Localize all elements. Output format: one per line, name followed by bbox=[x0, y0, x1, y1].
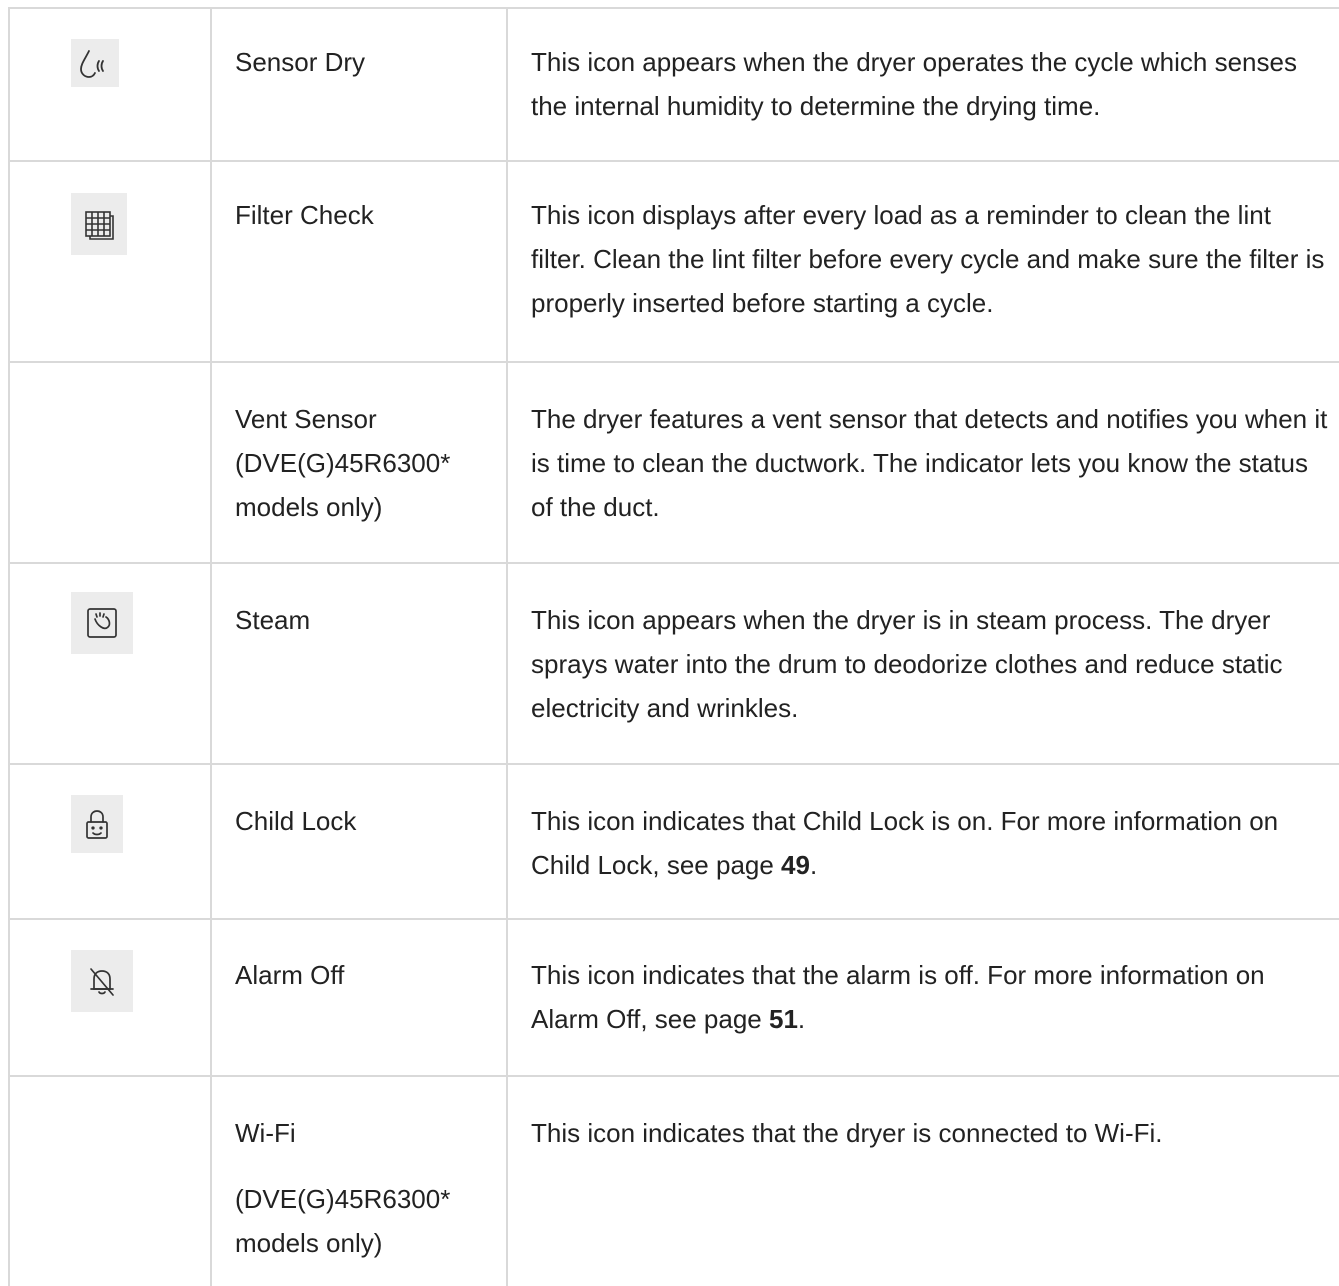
row-name: Alarm Off bbox=[235, 960, 345, 990]
table-row: Sensor Dry This icon appears when the dr… bbox=[10, 9, 1339, 160]
description-text: . bbox=[797, 1004, 806, 1034]
row-name: Wi-Fi bbox=[235, 1118, 296, 1148]
sensor-dry-icon bbox=[71, 39, 119, 87]
table-row: Filter Check This icon displays after ev… bbox=[10, 162, 1339, 361]
table-row: Steam This icon appears when the dryer i… bbox=[10, 564, 1339, 763]
row-description: The dryer features a vent sensor that de… bbox=[531, 404, 1328, 522]
table-row: Vent Sensor (DVE(G)45R6300* models only)… bbox=[10, 363, 1339, 562]
table-row: Wi-Fi (DVE(G)45R6300* models only) This … bbox=[10, 1077, 1339, 1286]
row-name: Vent Sensor (DVE(G)45R6300* models only) bbox=[235, 404, 451, 522]
row-name: Filter Check bbox=[235, 200, 374, 230]
row-description: This icon indicates that the alarm is of… bbox=[531, 953, 1331, 1041]
child-lock-icon bbox=[71, 795, 123, 853]
row-description: This icon appears when the dryer is in s… bbox=[531, 605, 1283, 723]
page-reference: 49 bbox=[781, 850, 810, 880]
description-text: This icon indicates that Child Lock is o… bbox=[531, 806, 1279, 880]
table-row: Child Lock This icon indicates that Chil… bbox=[10, 765, 1339, 918]
alarm-off-icon bbox=[71, 950, 133, 1012]
description-text: . bbox=[809, 850, 818, 880]
row-name: Sensor Dry bbox=[235, 47, 366, 77]
filter-check-icon bbox=[71, 193, 127, 255]
row-description: This icon appears when the dryer operate… bbox=[531, 47, 1297, 121]
table-row: Alarm Off This icon indicates that the a… bbox=[10, 920, 1339, 1075]
page-reference: 51 bbox=[768, 1004, 798, 1034]
row-description: This icon displays after every load as a… bbox=[531, 200, 1325, 318]
steam-icon bbox=[71, 592, 133, 654]
row-description: This icon indicates that Child Lock is o… bbox=[531, 799, 1331, 887]
row-description: This icon indicates that the dryer is co… bbox=[531, 1118, 1163, 1148]
row-name: Child Lock bbox=[235, 806, 357, 836]
row-name: Steam bbox=[235, 605, 311, 635]
row-name-sub: (DVE(G)45R6300* models only) bbox=[235, 1184, 451, 1258]
description-text: This icon indicates that the alarm is of… bbox=[531, 960, 1265, 1034]
